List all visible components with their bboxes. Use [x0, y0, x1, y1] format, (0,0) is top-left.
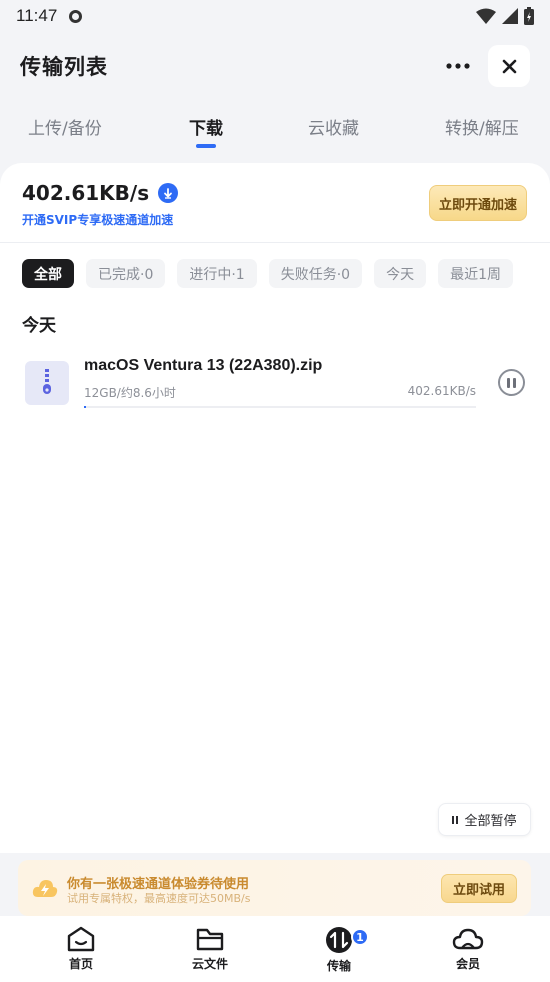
- file-speed: 402.61KB/s: [407, 384, 476, 398]
- page-title: 传输列表: [20, 55, 108, 79]
- svip-promo-link[interactable]: 开通SVIP专享极速通道加速: [22, 211, 178, 228]
- lightning-cloud-icon: [32, 880, 58, 897]
- file-size-eta: 12GB/约8.6小时: [84, 386, 176, 400]
- filter-today[interactable]: 今天: [374, 259, 427, 288]
- close-button[interactable]: [488, 45, 530, 87]
- progress-bar: [84, 406, 476, 408]
- notification-dot-icon: [69, 9, 83, 23]
- filter-in-progress[interactable]: 进行中·1: [177, 259, 257, 288]
- status-icons: [476, 7, 534, 25]
- home-icon: [67, 926, 95, 952]
- pause-icon-bar: [513, 377, 516, 388]
- try-now-button[interactable]: 立即试用: [441, 874, 517, 903]
- zip-file-icon: [25, 361, 69, 405]
- speed-info: 402.61KB/s 开通SVIP专享极速通道加速: [22, 181, 179, 228]
- more-dots-icon: [446, 63, 470, 69]
- battery-icon: [524, 7, 534, 25]
- speed-display: 402.61KB/s: [22, 181, 179, 205]
- status-bar: 11:47: [0, 0, 550, 32]
- filter-failed[interactable]: 失败任务·0: [268, 259, 363, 288]
- header: 传输列表: [0, 40, 550, 92]
- nav-membership[interactable]: 会员: [433, 926, 503, 972]
- divider: [0, 242, 550, 243]
- nav-cloud-files-label: 云文件: [191, 957, 228, 971]
- nav-home-label: 首页: [68, 957, 93, 971]
- wifi-icon: [476, 8, 496, 24]
- transfer-icon: [326, 927, 352, 953]
- filter-all[interactable]: 全部: [22, 259, 74, 288]
- tab-cloud-favorites[interactable]: 云收藏: [308, 114, 359, 139]
- filter-chips: 全部 已完成·0 进行中·1 失败任务·0 今天 最近1周: [22, 259, 513, 289]
- promo-banner[interactable]: 你有一张极速通道体验券待使用 试用专属特权，最高速度可达50MB/s 立即试用: [18, 860, 531, 916]
- progress-fill: [84, 406, 86, 408]
- pause-all-label: 全部暂停: [464, 814, 517, 829]
- download-arrow-icon: [158, 183, 179, 203]
- tab-convert-unzip[interactable]: 转换/解压: [445, 114, 519, 139]
- status-time: 11:47: [16, 6, 58, 25]
- section-title-today: 今天: [22, 316, 56, 336]
- folder-icon: [196, 928, 224, 951]
- more-button[interactable]: [438, 46, 478, 86]
- nav-home[interactable]: 首页: [46, 926, 116, 972]
- tab-upload-backup[interactable]: 上传/备份: [28, 114, 102, 139]
- tab-indicator: [196, 144, 216, 148]
- current-speed: 402.61KB/s: [22, 181, 150, 205]
- pause-icon: [507, 377, 510, 388]
- close-icon: [502, 59, 516, 73]
- filter-completed[interactable]: 已完成·0: [86, 259, 166, 288]
- nav-transfer-label: 传输: [326, 959, 351, 973]
- nav-membership-label: 会员: [455, 957, 480, 971]
- promo-subtitle: 试用专属特权，最高速度可达50MB/s: [67, 892, 251, 905]
- bottom-nav: 首页 云文件 传输 1 会员: [0, 916, 550, 982]
- nav-cloud-files[interactable]: 云文件: [175, 926, 245, 972]
- pause-all-icon: [452, 815, 459, 824]
- pause-button[interactable]: [498, 369, 525, 396]
- accelerate-button[interactable]: 立即开通加速: [429, 185, 527, 221]
- filter-last-week[interactable]: 最近1周: [438, 259, 513, 288]
- download-item[interactable]: macOS Ventura 13 (22A380).zip 12GB/约8.6小…: [0, 347, 550, 417]
- signal-icon: [502, 8, 518, 24]
- transfer-count-badge: 1: [351, 928, 369, 946]
- tab-download[interactable]: 下载: [189, 114, 223, 139]
- tab-bar: 上传/备份 下载 云收藏 转换/解压: [0, 106, 550, 156]
- cloud-icon: [452, 928, 484, 950]
- pause-all-button[interactable]: 全部暂停: [438, 803, 531, 836]
- file-name: macOS Ventura 13 (22A380).zip: [84, 357, 323, 374]
- download-panel: 402.61KB/s 开通SVIP专享极速通道加速 立即开通加速 全部 已完成·…: [0, 163, 550, 853]
